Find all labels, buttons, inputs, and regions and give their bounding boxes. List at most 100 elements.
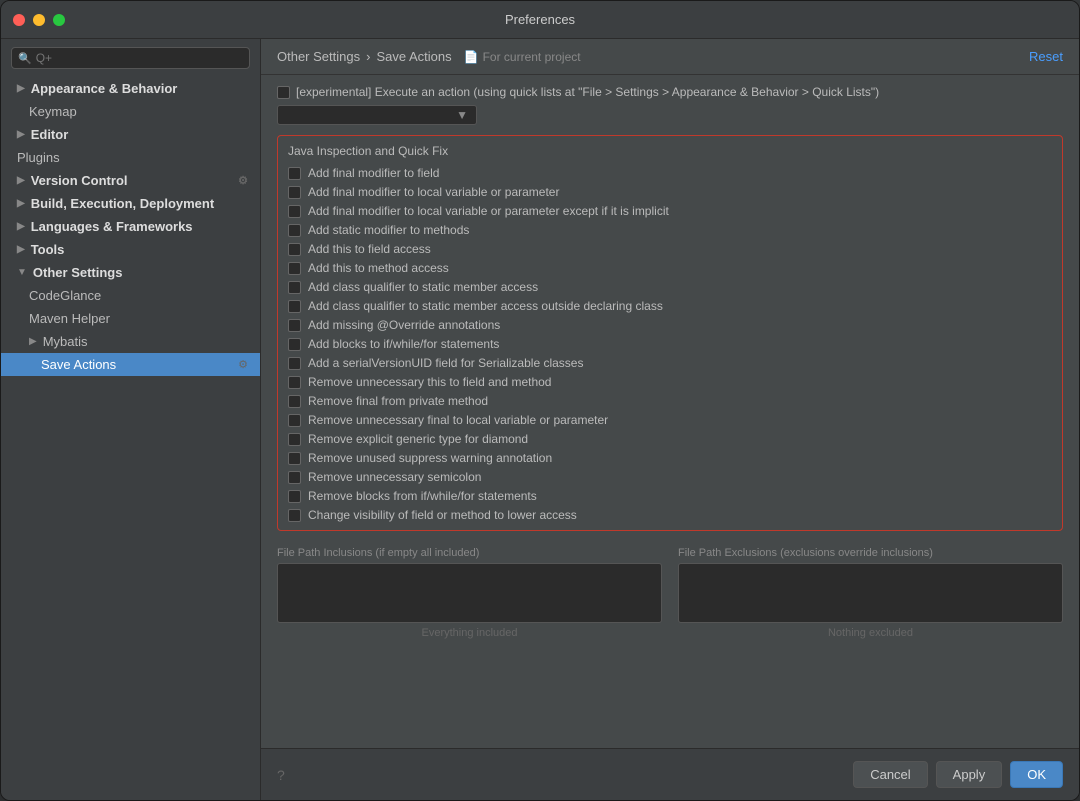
sidebar-item-save-actions[interactable]: Save Actions ⚙ [1, 353, 260, 376]
breadcrumb-parent: Other Settings [277, 49, 360, 64]
inspection-label-change-visibility: Change visibility of field or method to … [308, 508, 577, 522]
inspection-item: Add class qualifier to static member acc… [288, 280, 1052, 294]
sidebar-item-keymap[interactable]: Keymap [1, 100, 260, 123]
exclusions-area[interactable] [678, 563, 1063, 623]
chevron-right-icon-mybatis: ▶ [29, 336, 37, 347]
sidebar-label-editor: Editor [31, 127, 69, 142]
breadcrumb: Other Settings › Save Actions [277, 49, 452, 64]
inspection-item: Remove final from private method [288, 394, 1052, 408]
main-layout: 🔍 ▶ Appearance & Behavior Keymap ▶ Edito… [1, 39, 1079, 800]
inspection-checkbox-remove-explicit-generic[interactable] [288, 433, 301, 446]
inspection-item: Remove unnecessary semicolon [288, 470, 1052, 484]
cancel-button[interactable]: Cancel [853, 761, 927, 788]
project-file-icon: 📄 [464, 50, 479, 64]
sidebar-item-appearance-behavior[interactable]: ▶ Appearance & Behavior [1, 77, 260, 100]
sidebar-item-build[interactable]: ▶ Build, Execution, Deployment [1, 192, 260, 215]
chevron-right-icon-editor: ▶ [17, 129, 25, 140]
window-controls [13, 14, 65, 26]
sidebar-item-editor[interactable]: ▶ Editor [1, 123, 260, 146]
chevron-right-icon-build: ▶ [17, 198, 25, 209]
inspection-checkbox-add-final-local-except[interactable] [288, 205, 301, 218]
inspection-checkbox-add-serial-uid[interactable] [288, 357, 301, 370]
execute-action-row: [experimental] Execute an action (using … [277, 85, 1063, 99]
inspection-checkbox-remove-blocks[interactable] [288, 490, 301, 503]
sidebar-item-plugins[interactable]: Plugins [1, 146, 260, 169]
chevron-right-icon: ▶ [17, 83, 25, 94]
gear-icon-vc: ⚙ [238, 174, 248, 187]
execute-action-checkbox[interactable] [277, 86, 290, 99]
inspection-checkbox-add-override[interactable] [288, 319, 301, 332]
breadcrumb-project: 📄 For current project [464, 50, 581, 64]
sidebar-item-version-control[interactable]: ▶ Version Control ⚙ [1, 169, 260, 192]
inspection-item: Add class qualifier to static member acc… [288, 299, 1052, 313]
breadcrumb-separator: › [366, 49, 370, 64]
inspection-label-add-this-field: Add this to field access [308, 242, 431, 256]
sidebar-label-languages: Languages & Frameworks [31, 219, 193, 234]
inspection-checkbox-add-class-qualifier-outside[interactable] [288, 300, 301, 313]
inclusions-area[interactable] [277, 563, 662, 623]
maximize-button[interactable] [53, 14, 65, 26]
inspection-label-add-final-local-except: Add final modifier to local variable or … [308, 204, 669, 218]
minimize-button[interactable] [33, 14, 45, 26]
sidebar-label-plugins: Plugins [17, 150, 60, 165]
inspection-item: Remove explicit generic type for diamond [288, 432, 1052, 446]
file-path-inclusions-col: File Path Inclusions (if empty all inclu… [277, 547, 662, 639]
inspection-label-add-blocks: Add blocks to if/while/for statements [308, 337, 499, 351]
inspection-checkbox-remove-unused-suppress[interactable] [288, 452, 301, 465]
execute-action-label: [experimental] Execute an action (using … [296, 85, 879, 99]
inspection-checkbox-add-static-method[interactable] [288, 224, 301, 237]
gear-icon-save-actions: ⚙ [238, 358, 248, 371]
inspection-label-add-class-qualifier-outside: Add class qualifier to static member acc… [308, 299, 663, 313]
inspection-checkbox-add-blocks[interactable] [288, 338, 301, 351]
ok-button[interactable]: OK [1010, 761, 1063, 788]
inspection-label-add-class-qualifier: Add class qualifier to static member acc… [308, 280, 538, 294]
sidebar-label-codeglance: CodeGlance [29, 288, 101, 303]
inspection-label-remove-final-private: Remove final from private method [308, 394, 488, 408]
sidebar-item-maven-helper[interactable]: Maven Helper [1, 307, 260, 330]
file-path-section: File Path Inclusions (if empty all inclu… [277, 547, 1063, 639]
search-box[interactable]: 🔍 [11, 47, 250, 69]
inspection-checkbox-remove-unnecessary-final[interactable] [288, 414, 301, 427]
inspection-item: Remove unused suppress warning annotatio… [288, 451, 1052, 465]
inspection-item: Add final modifier to field [288, 166, 1052, 180]
inspection-checkbox-add-this-method[interactable] [288, 262, 301, 275]
sidebar-item-languages[interactable]: ▶ Languages & Frameworks [1, 215, 260, 238]
inspection-title: Java Inspection and Quick Fix [288, 144, 1052, 158]
inspection-label-remove-unused-suppress: Remove unused suppress warning annotatio… [308, 451, 552, 465]
inspection-item: Remove blocks from if/while/for statemen… [288, 489, 1052, 503]
chevron-down-icon-dropdown: ▼ [456, 108, 468, 122]
inspection-item: Add final modifier to local variable or … [288, 185, 1052, 199]
inspection-checkbox-add-this-field[interactable] [288, 243, 301, 256]
exclusions-label: File Path Exclusions (exclusions overrid… [678, 547, 1063, 559]
inspection-item: Add a serialVersionUID field for Seriali… [288, 356, 1052, 370]
sidebar-item-tools[interactable]: ▶ Tools [1, 238, 260, 261]
sidebar-label-maven-helper: Maven Helper [29, 311, 110, 326]
sidebar-label-mybatis: Mybatis [43, 334, 88, 349]
sidebar-label-appearance-behavior: Appearance & Behavior [31, 81, 178, 96]
exclusions-hint: Nothing excluded [678, 627, 1063, 639]
inspection-checkbox-add-final-local[interactable] [288, 186, 301, 199]
reset-button[interactable]: Reset [1029, 49, 1063, 64]
inspection-item: Add missing @Override annotations [288, 318, 1052, 332]
inspection-checkbox-add-class-qualifier[interactable] [288, 281, 301, 294]
chevron-right-icon-tools: ▶ [17, 244, 25, 255]
close-button[interactable] [13, 14, 25, 26]
inspection-item: Remove unnecessary this to field and met… [288, 375, 1052, 389]
inspection-checkbox-remove-unnecessary-semicolon[interactable] [288, 471, 301, 484]
sidebar-label-build: Build, Execution, Deployment [31, 196, 214, 211]
inspection-label-add-override: Add missing @Override annotations [308, 318, 500, 332]
sidebar-item-other-settings[interactable]: ▼ Other Settings [1, 261, 260, 284]
inspection-checkbox-remove-unnecessary-this[interactable] [288, 376, 301, 389]
inspection-checkbox-change-visibility[interactable] [288, 509, 301, 522]
action-dropdown[interactable]: ▼ [277, 105, 477, 125]
search-icon: 🔍 [18, 52, 32, 65]
inspection-checkbox-add-final-field[interactable] [288, 167, 301, 180]
chevron-down-icon-other: ▼ [17, 267, 27, 278]
help-button[interactable]: ? [277, 767, 285, 783]
apply-button[interactable]: Apply [936, 761, 1003, 788]
sidebar-item-codeglance[interactable]: CodeGlance [1, 284, 260, 307]
sidebar-item-mybatis[interactable]: ▶ Mybatis [1, 330, 260, 353]
inspection-checkbox-remove-final-private[interactable] [288, 395, 301, 408]
main-content-area: [experimental] Execute an action (using … [261, 75, 1079, 748]
search-input[interactable] [36, 51, 243, 65]
